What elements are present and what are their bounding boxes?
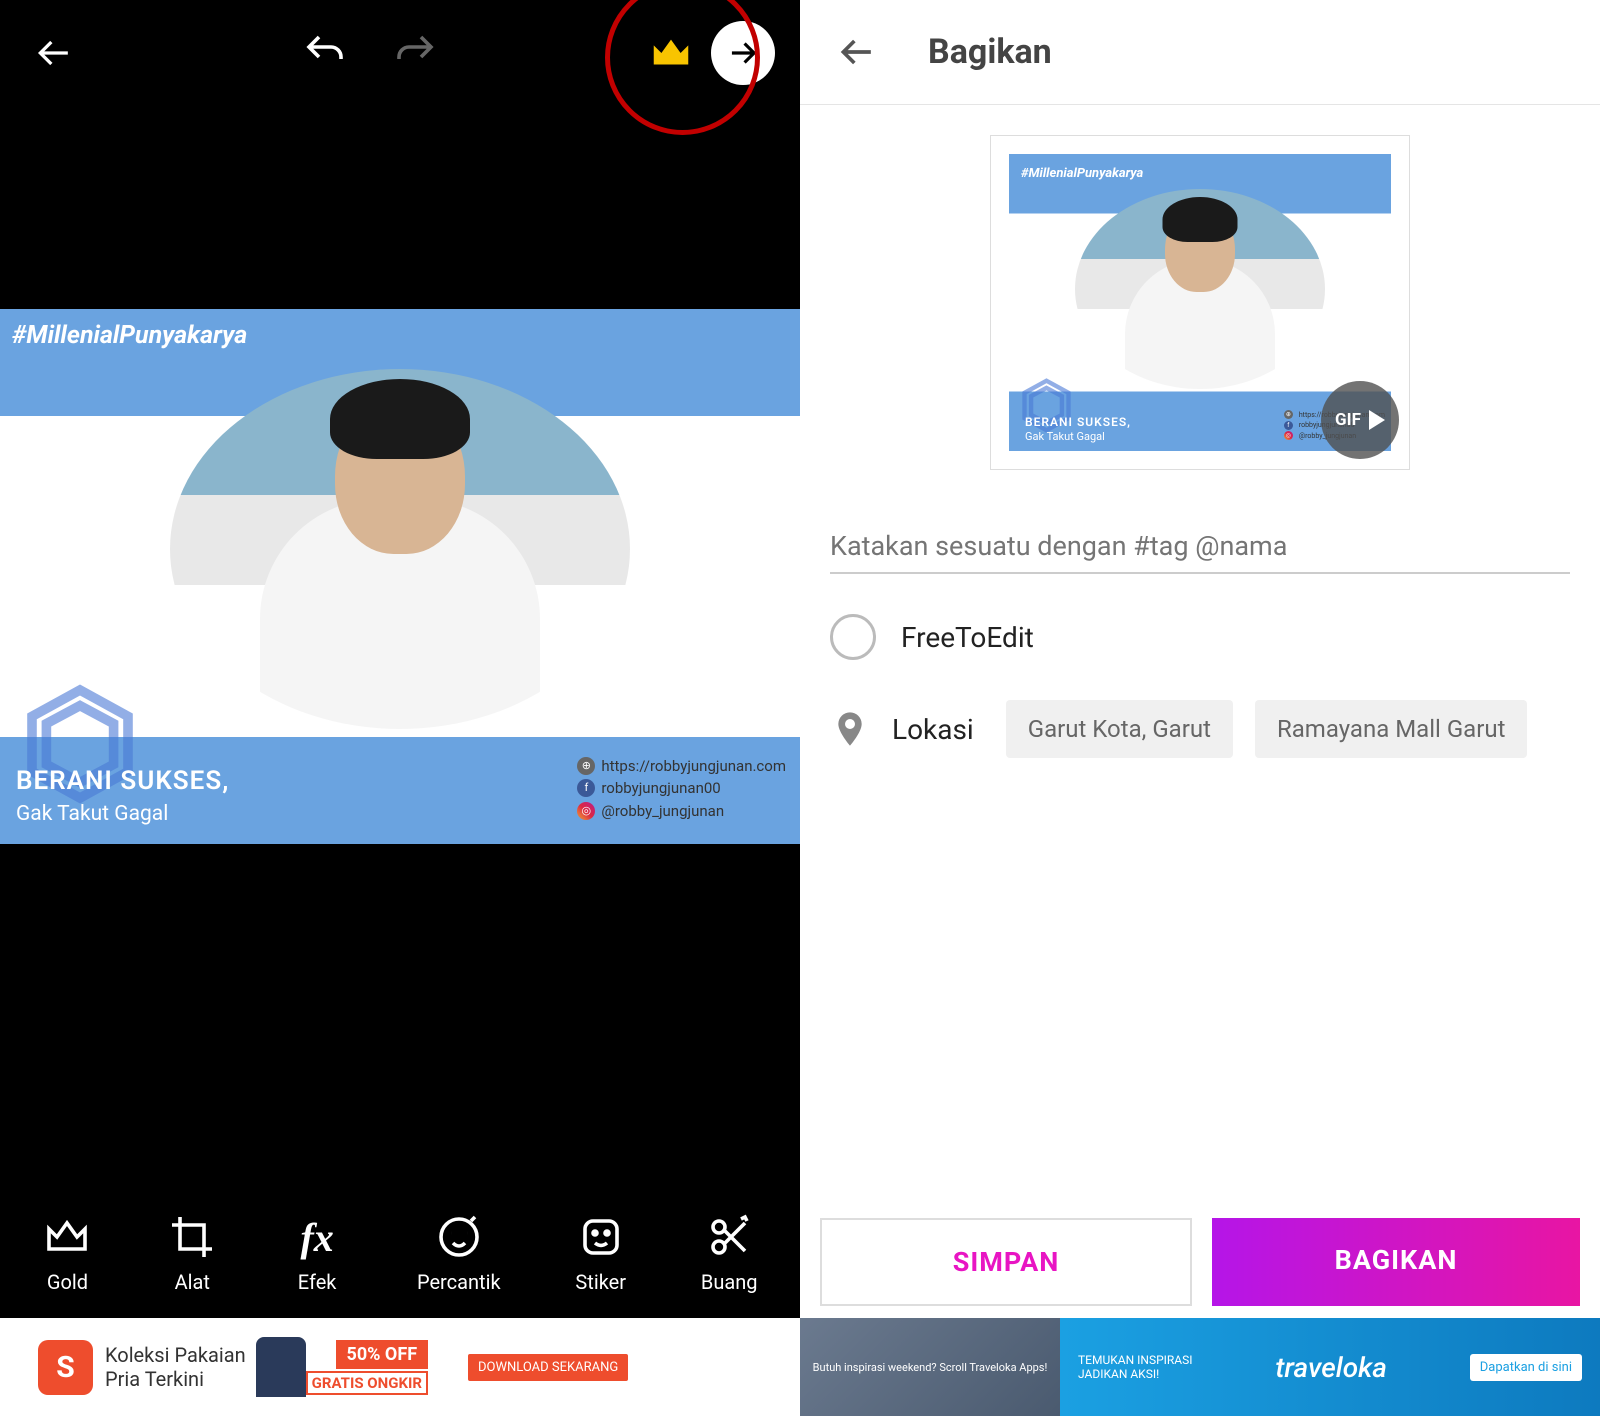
location-chip[interactable]: Ramayana Mall Garut: [1255, 700, 1528, 758]
ad-download-button[interactable]: DOWNLOAD SEKARANG: [468, 1354, 628, 1381]
redo-icon[interactable]: [385, 23, 445, 83]
share-button[interactable]: BAGIKAN: [1212, 1218, 1580, 1306]
share-header: Bagikan: [800, 0, 1600, 105]
share-screen: Bagikan #MillenialPunyakarya BERANI SUKS…: [800, 0, 1600, 1416]
location-row: Lokasi Garut Kota, Garut Ramayana Mall G…: [830, 700, 1570, 758]
ad-cta-button[interactable]: Dapatkan di sini: [1470, 1354, 1582, 1381]
canvas-socials: ⊕https://robbyjungjunan.com frobbyjungju…: [577, 755, 786, 823]
crop-icon: [167, 1212, 217, 1262]
globe-icon: ⊕: [577, 757, 595, 775]
fx-icon: fx: [292, 1212, 342, 1262]
page-title: Bagikan: [928, 32, 1052, 72]
location-label: Lokasi: [892, 713, 974, 746]
canvas-area[interactable]: #MillenialPunyakarya BERANI SUKSES, Gak …: [0, 105, 800, 1188]
canvas-image: #MillenialPunyakarya BERANI SUKSES, Gak …: [0, 309, 800, 844]
free-to-edit-label: FreeToEdit: [901, 621, 1034, 654]
ad-tagline: TEMUKAN INSPIRASI JADIKAN AKSI!: [1078, 1353, 1193, 1382]
location-pin-icon: [830, 709, 870, 749]
location-chip[interactable]: Garut Kota, Garut: [1006, 700, 1233, 758]
tool-alat[interactable]: Alat: [167, 1212, 217, 1294]
ad-right-panel: TEMUKAN INSPIRASI JADIKAN AKSI! travelok…: [1060, 1318, 1600, 1416]
crown-outline-icon: [42, 1212, 92, 1262]
sticker-icon: [576, 1212, 626, 1262]
free-to-edit-checkbox[interactable]: [830, 614, 876, 660]
ad-shipping-badge: GRATIS ONGKIR: [306, 1371, 428, 1395]
tool-stiker[interactable]: Stiker: [575, 1212, 626, 1294]
play-icon: [1369, 410, 1385, 430]
ad-left-panel: Butuh inspirasi weekend? Scroll Travelok…: [800, 1318, 1060, 1416]
export-button[interactable]: [711, 21, 775, 85]
ad-product-image: [256, 1337, 306, 1397]
tool-percantik[interactable]: Percantik: [417, 1212, 501, 1294]
crown-icon[interactable]: [641, 23, 701, 83]
tool-gold[interactable]: Gold: [42, 1212, 92, 1294]
cutout-icon: [704, 1212, 754, 1262]
gif-play-button[interactable]: GIF: [1321, 381, 1399, 459]
canvas-hashtag: #MillenialPunyakarya: [12, 321, 247, 350]
facebook-icon: f: [577, 779, 595, 797]
instagram-icon: ◎: [577, 802, 595, 820]
tools-toolbar: Gold Alat fx Efek Percantik Stiker Buang: [0, 1188, 800, 1318]
shopee-logo-icon: S: [38, 1340, 93, 1395]
ad-discount-badge: 50% OFF: [336, 1340, 428, 1369]
share-preview[interactable]: #MillenialPunyakarya BERANI SUKSES, Gak …: [990, 135, 1410, 470]
back-icon[interactable]: [25, 23, 85, 83]
back-icon[interactable]: [828, 22, 888, 82]
canvas-headline: BERANI SUKSES,: [16, 766, 229, 796]
tool-efek[interactable]: fx Efek: [292, 1212, 342, 1294]
ad-banner[interactable]: S Koleksi Pakaian Pria Terkini 50% OFF G…: [0, 1318, 800, 1416]
caption-input[interactable]: [830, 520, 1570, 574]
bottom-actions: SIMPAN BAGIKAN: [800, 1206, 1600, 1318]
traveloka-logo: traveloka: [1275, 1351, 1387, 1384]
ad-banner[interactable]: Butuh inspirasi weekend? Scroll Travelok…: [800, 1318, 1600, 1416]
tool-buang[interactable]: Buang: [701, 1212, 758, 1294]
editor-screen: #MillenialPunyakarya BERANI SUKSES, Gak …: [0, 0, 800, 1416]
editor-topbar: [0, 0, 800, 105]
ad-text: Koleksi Pakaian Pria Terkini: [105, 1343, 246, 1391]
canvas-subheadline: Gak Takut Gagal: [16, 802, 168, 826]
save-button[interactable]: SIMPAN: [820, 1218, 1192, 1306]
free-to-edit-row: FreeToEdit: [830, 614, 1570, 660]
beauty-face-icon: [434, 1212, 484, 1262]
undo-icon[interactable]: [295, 23, 355, 83]
